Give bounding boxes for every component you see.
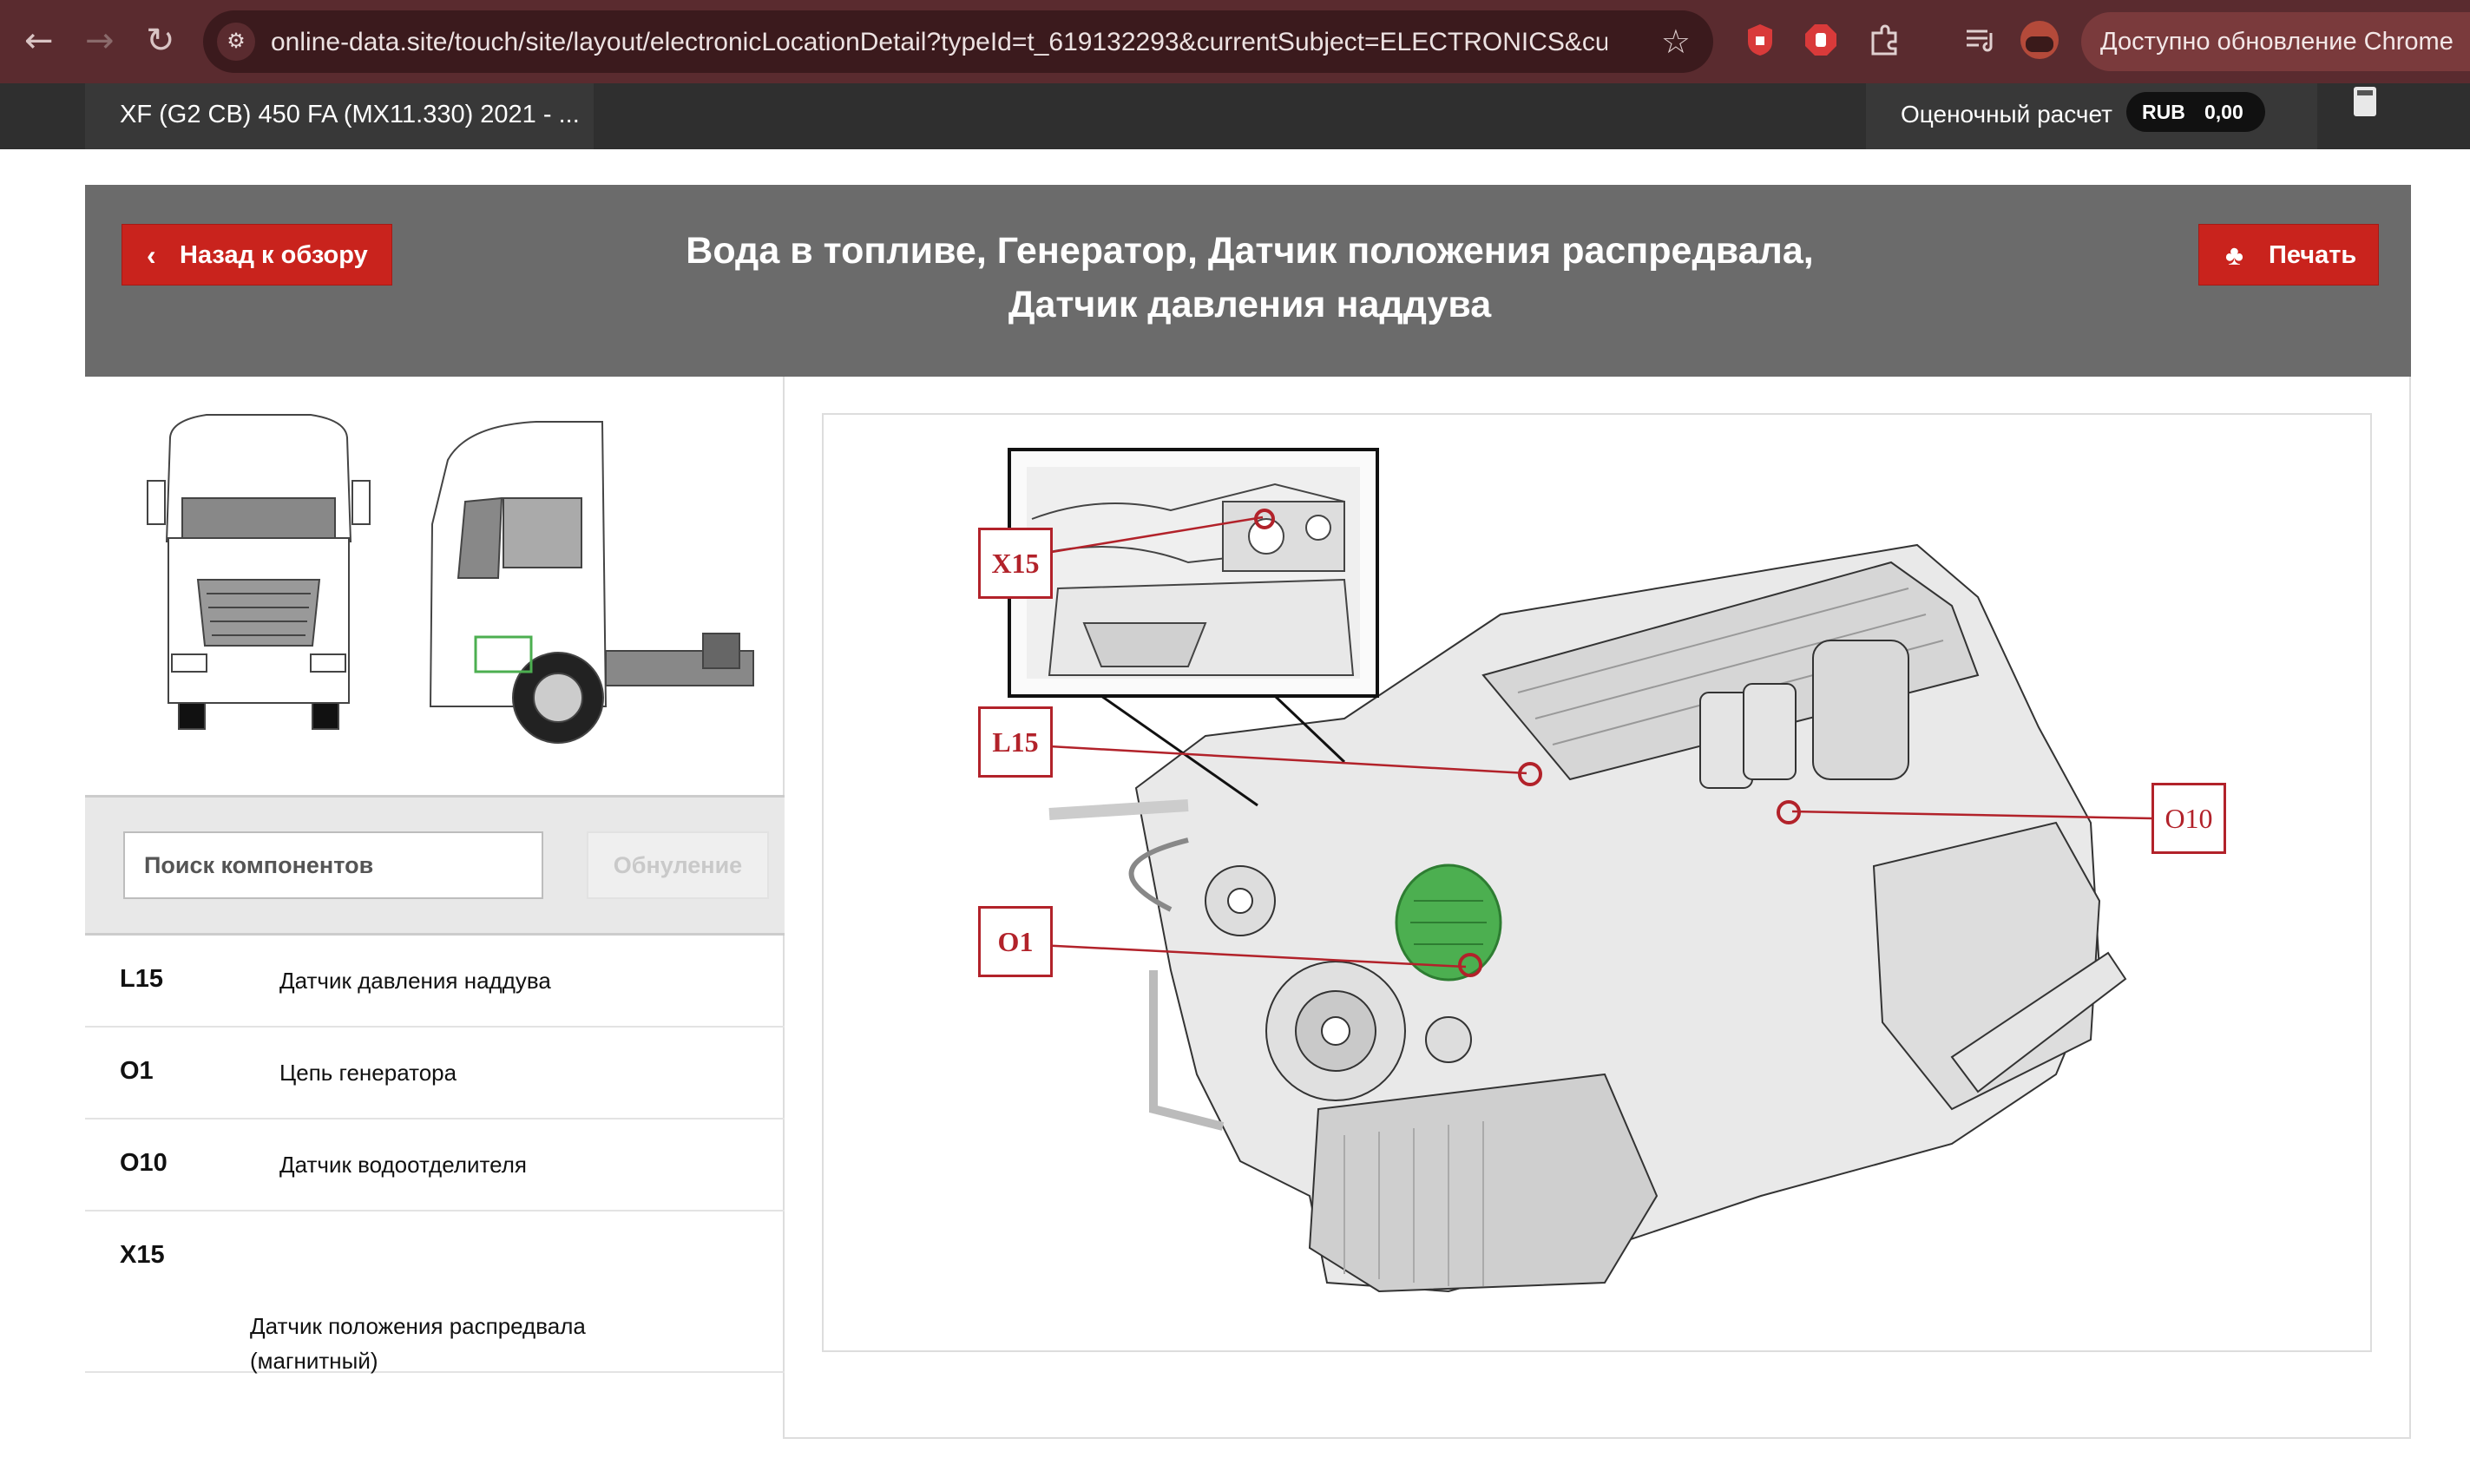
forward-arrow-icon[interactable]: → bbox=[85, 21, 115, 61]
component-row-o1[interactable]: O1 Цепь генератора bbox=[85, 1028, 785, 1120]
back-arrow-icon[interactable]: ← bbox=[24, 21, 54, 61]
label-o1[interactable]: O1 bbox=[978, 906, 1053, 977]
chrome-update-button[interactable]: Доступно обновление Chrome bbox=[2081, 12, 2470, 71]
print-button[interactable]: ♣ Печать bbox=[2198, 224, 2379, 286]
back-to-overview-button[interactable]: ‹ Назад к обзору bbox=[122, 224, 392, 286]
component-name: Датчик давления наддува bbox=[279, 968, 551, 994]
component-name: Датчик водоотделителя bbox=[279, 1152, 527, 1178]
engine-diagram-panel: X15 L15 O1 O10 bbox=[822, 413, 2372, 1352]
component-name-line1: Датчик положения распредвала bbox=[250, 1313, 586, 1339]
shield-extension-icon[interactable] bbox=[1741, 21, 1779, 59]
reload-icon[interactable]: ↻ bbox=[146, 21, 175, 61]
currency-label: RUB bbox=[2142, 101, 2185, 123]
component-code: X15 bbox=[120, 1241, 165, 1269]
bookmark-star-icon[interactable]: ☆ bbox=[1661, 23, 1691, 61]
chevron-left-icon: ‹ bbox=[147, 240, 156, 271]
truck-front-view bbox=[147, 414, 371, 730]
estimate-amount-badge: RUB 0,00 bbox=[2126, 92, 2265, 132]
component-row-o10[interactable]: O10 Датчик водоотделителя bbox=[85, 1120, 785, 1211]
component-name: Датчик положения распредвала (магнитный) bbox=[250, 1309, 586, 1378]
engine-illustration[interactable] bbox=[824, 415, 2374, 1354]
estimate-summary[interactable]: Оценочный расчет RUB 0,00 bbox=[1866, 83, 2317, 149]
estimate-label: Оценочный расчет bbox=[1901, 101, 2112, 128]
reading-list-icon[interactable] bbox=[1961, 21, 2000, 59]
label-o10[interactable]: O10 bbox=[2151, 783, 2226, 854]
page-title-line1: Вода в топливе, Генератор, Датчик положе… bbox=[686, 230, 1814, 272]
back-button-label: Назад к обзору bbox=[180, 241, 368, 269]
label-l15[interactable]: L15 bbox=[978, 706, 1053, 778]
adblock-extension-icon[interactable] bbox=[1802, 21, 1840, 59]
component-name: Цепь генератора bbox=[279, 1060, 457, 1086]
site-settings-icon[interactable]: ⚙ bbox=[217, 23, 255, 61]
truck-location-thumbnail[interactable] bbox=[85, 377, 785, 795]
component-row-l15[interactable]: L15 Датчик давления наддува bbox=[85, 936, 785, 1028]
page-title: Вода в топливе, Генератор, Датчик положе… bbox=[486, 224, 2013, 332]
url-text: online-data.site/touch/site/layout/elect… bbox=[271, 28, 1607, 56]
extensions-puzzle-icon[interactable] bbox=[1866, 21, 1904, 59]
component-name-line2: (магнитный) bbox=[250, 1348, 378, 1374]
amount-value: 0,00 bbox=[2204, 101, 2243, 123]
reset-button[interactable]: Обнуление bbox=[587, 831, 769, 899]
address-bar[interactable]: ⚙ online-data.site/touch/site/layout/ele… bbox=[203, 10, 1713, 73]
page-title-line2: Датчик давления наддува bbox=[1008, 284, 1492, 325]
label-x15[interactable]: X15 bbox=[978, 528, 1053, 599]
truck-side-view bbox=[429, 421, 754, 744]
profile-avatar[interactable] bbox=[2020, 21, 2059, 59]
component-code: O10 bbox=[120, 1149, 168, 1177]
calculator-icon[interactable] bbox=[2354, 87, 2376, 116]
component-search-input[interactable]: Поиск компонентов bbox=[123, 831, 543, 899]
browser-toolbar: ← → ↻ ⚙ online-data.site/touch/site/layo… bbox=[0, 0, 2470, 83]
component-code: L15 bbox=[120, 965, 163, 993]
print-button-label: Печать bbox=[2269, 241, 2357, 269]
vehicle-selector[interactable]: XF (G2 CB) 450 FA (MX11.330) 2021 - ... bbox=[85, 83, 594, 149]
component-code: O1 bbox=[120, 1057, 154, 1085]
component-row-x15[interactable]: X15 Датчик положения распредвала (магнит… bbox=[85, 1211, 785, 1374]
print-icon: ♣ bbox=[2225, 240, 2243, 271]
